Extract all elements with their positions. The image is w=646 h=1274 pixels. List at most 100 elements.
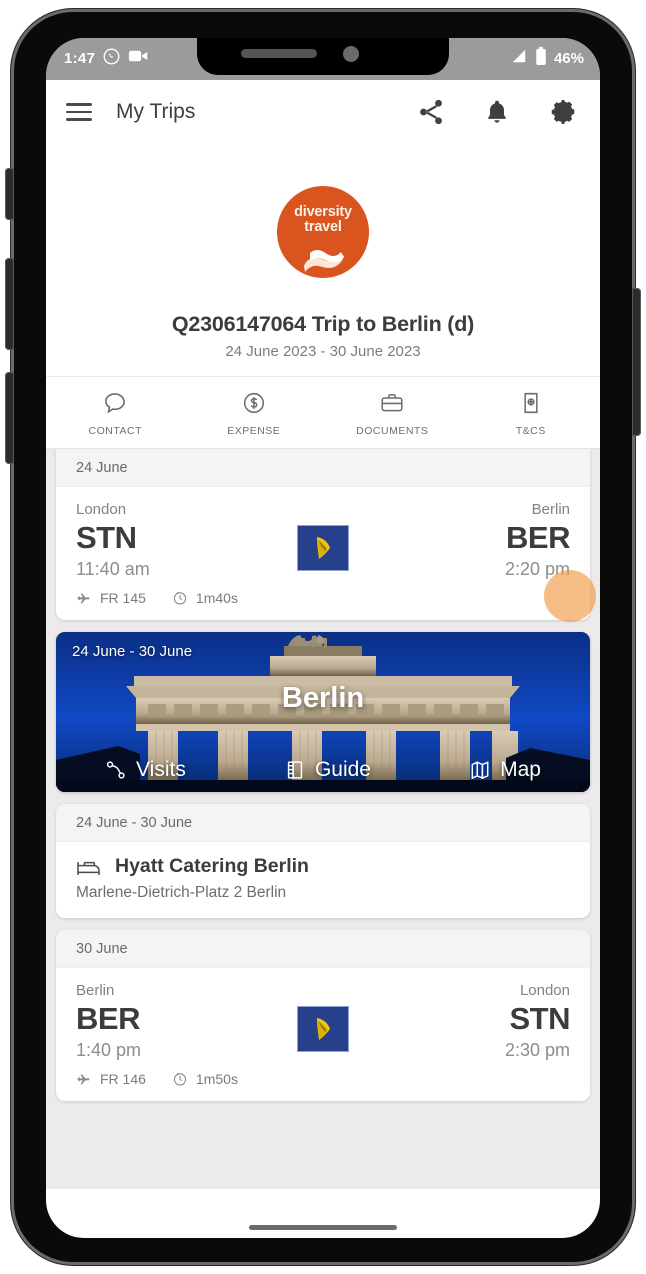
earpiece-speaker <box>241 49 317 58</box>
flight-card-return[interactable]: 30 June Berlin BER 1:40 pm London STN 2:… <box>56 930 590 1101</box>
gear-icon[interactable] <box>548 97 578 127</box>
destination-name: Berlin <box>281 682 365 714</box>
quick-actions-bar: CONTACT EXPENSE DOCUMENTS T&CS <box>46 376 600 449</box>
departure-airport-code: STN <box>76 520 137 555</box>
briefcase-icon <box>379 390 405 416</box>
brand-logo-area: diversity travel <box>46 144 600 296</box>
quick-action-documents[interactable]: DOCUMENTS <box>323 390 462 437</box>
bed-icon <box>76 857 102 877</box>
trip-title: Q2306147064 Trip to Berlin (d) <box>171 312 475 336</box>
status-time: 1:47 <box>64 49 96 67</box>
destination-actions: Visits Guide Map <box>56 758 590 782</box>
flight-departure: Berlin BER 1:40 pm <box>76 982 297 1061</box>
ryanair-harp-logo <box>297 1006 349 1052</box>
departure-city: London <box>76 501 127 518</box>
destination-action-label: Guide <box>314 758 371 781</box>
app-bar: My Trips <box>46 80 600 144</box>
quick-action-tcs[interactable]: T&CS <box>462 390 601 437</box>
volume-up-button[interactable] <box>5 258 14 350</box>
flight-card-outbound[interactable]: 24 June London STN 11:40 am Berlin BER 2… <box>56 449 590 620</box>
hotel-address: Marlene-Dietrich-Platz 2 Berlin <box>76 884 287 901</box>
hotel-body: Hyatt Catering Berlin Marlene-Dietrich-P… <box>56 842 590 918</box>
departure-time: 11:40 am <box>76 559 150 579</box>
quick-action-label: CONTACT <box>88 425 142 437</box>
clock-icon <box>172 590 188 606</box>
app-bar-actions <box>416 97 578 127</box>
destination-action-map[interactable]: Map <box>469 758 541 782</box>
arrival-city: Berlin <box>531 501 570 518</box>
ryanair-harp-logo <box>297 525 349 571</box>
book-icon <box>284 759 306 781</box>
speech-bubble-icon <box>102 390 128 416</box>
page-title: My Trips <box>116 100 196 123</box>
home-gesture-bar[interactable] <box>249 1225 397 1230</box>
trip-header: Q2306147064 Trip to Berlin (d) 24 June 2… <box>46 296 600 376</box>
itinerary-list[interactable]: 24 June London STN 11:40 am Berlin BER 2… <box>46 449 600 1189</box>
phone-mockup: 1:47 46% My Trips diversity travel Q2306… <box>0 0 646 1274</box>
flight-duration: 1m50s <box>195 1071 238 1087</box>
diversity-travel-logo: diversity travel <box>277 186 369 278</box>
flight-meta: FR 146 1m50s <box>56 1067 590 1101</box>
departure-city: Berlin <box>76 982 115 999</box>
whatsapp-icon <box>102 47 121 70</box>
flight-arrival: Berlin BER 2:20 pm <box>349 501 571 580</box>
clock-icon <box>172 1071 188 1087</box>
card-date-label: 30 June <box>56 930 590 968</box>
hotel-name: Hyatt Catering Berlin <box>115 855 309 877</box>
flight-departure: London STN 11:40 am <box>76 501 297 580</box>
card-date-label: 24 June - 30 June <box>56 804 590 842</box>
destination-action-guide[interactable]: Guide <box>284 758 371 782</box>
departure-airport-code: BER <box>76 1001 140 1036</box>
phone-screen: 1:47 46% My Trips diversity travel Q2306… <box>46 38 600 1238</box>
quick-action-expense[interactable]: EXPENSE <box>185 390 324 437</box>
signal-icon <box>510 48 528 68</box>
destination-action-label: Map <box>500 758 541 781</box>
hotel-title-row: Hyatt Catering Berlin <box>76 855 570 878</box>
route-icon <box>105 759 127 781</box>
battery-icon <box>535 46 547 70</box>
status-bar-right: 46% <box>510 46 584 70</box>
airplane-icon <box>76 1071 92 1087</box>
bell-icon[interactable] <box>482 97 512 127</box>
share-icon[interactable] <box>416 97 446 127</box>
arrival-time: 2:20 pm <box>504 559 570 579</box>
arrival-airport-code: BER <box>506 520 570 555</box>
hotel-card[interactable]: 24 June - 30 June Hyatt Catering Berlin <box>56 804 590 918</box>
arrival-airport-code: STN <box>509 1001 571 1036</box>
flight-number: FR 146 <box>100 1071 146 1087</box>
arrival-time: 2:30 pm <box>504 1040 570 1060</box>
flight-body: London STN 11:40 am Berlin BER 2:20 pm <box>56 487 590 586</box>
map-icon <box>469 759 491 781</box>
front-camera <box>343 46 359 62</box>
status-bar-left: 1:47 <box>64 47 149 69</box>
arrival-city: London <box>519 982 570 999</box>
phone-notch <box>197 38 449 75</box>
flight-duration: 1m40s <box>195 590 238 606</box>
trip-dates: 24 June 2023 - 30 June 2023 <box>225 343 421 360</box>
logo-line-2: travel <box>304 218 342 235</box>
departure-time: 1:40 pm <box>76 1040 142 1060</box>
power-button[interactable] <box>632 288 641 436</box>
card-date-label: 24 June <box>56 449 590 487</box>
battery-percentage: 46% <box>553 49 584 67</box>
destination-action-label: Visits <box>136 758 186 781</box>
destination-action-visits[interactable]: Visits <box>105 758 186 782</box>
flight-meta: FR 145 1m40s <box>56 586 590 620</box>
volume-down-button[interactable] <box>5 372 14 464</box>
flight-number: FR 145 <box>100 590 146 606</box>
hands-globe-icon <box>304 249 344 272</box>
status-bar: 1:47 46% <box>46 38 600 80</box>
terms-document-icon <box>518 390 544 416</box>
video-camera-icon <box>128 48 149 68</box>
flight-body: Berlin BER 1:40 pm London STN 2:30 pm <box>56 968 590 1067</box>
destination-card-berlin[interactable]: 24 June - 30 June Berlin Visits Guide Ma… <box>56 632 590 792</box>
airplane-icon <box>76 590 92 606</box>
flight-arrival: London STN 2:30 pm <box>349 982 571 1061</box>
quick-action-label: T&CS <box>515 425 546 437</box>
dollar-circle-icon <box>241 390 267 416</box>
quick-action-label: EXPENSE <box>227 425 281 437</box>
hamburger-menu-icon[interactable] <box>66 103 92 121</box>
quick-action-contact[interactable]: CONTACT <box>46 390 185 437</box>
logo-line-1: diversity <box>294 204 352 220</box>
mute-switch-button[interactable] <box>5 168 14 220</box>
